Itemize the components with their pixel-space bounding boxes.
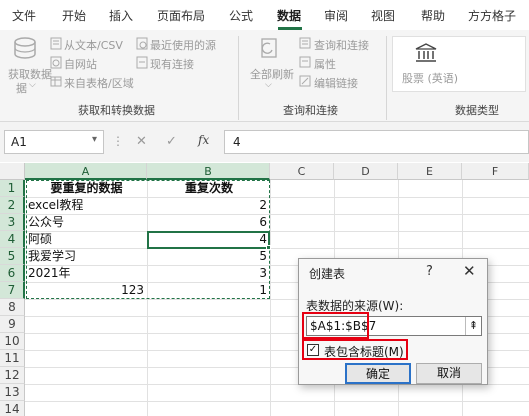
tab-home[interactable]: 开始 — [62, 7, 86, 24]
collapse-dialog-icon[interactable]: ⇞ — [465, 317, 481, 335]
highlight-checkbox-annotation — [302, 339, 408, 360]
tab-page-layout[interactable]: 页面布局 — [157, 7, 205, 24]
row-header-9[interactable]: 9 — [0, 316, 25, 333]
fill-handle[interactable] — [266, 245, 271, 250]
group-label-queries: 查询和连接 — [283, 104, 338, 117]
get-data-sub-label: 据 — [16, 82, 27, 95]
web-page-icon — [50, 56, 62, 69]
database-icon — [14, 37, 36, 59]
chevron-down-icon: ⌵ — [29, 80, 36, 90]
refresh-all-button[interactable]: 全部刷新 — [250, 66, 294, 82]
group-label-data-types: 数据类型 — [455, 104, 499, 117]
ok-button[interactable]: 确定 — [345, 363, 411, 384]
dialog-title: 创建表 — [309, 267, 346, 281]
existing-connections-icon — [136, 56, 148, 69]
row-header-7[interactable]: 7 — [0, 282, 25, 299]
bank-building-icon — [415, 43, 437, 62]
queries-connections-button[interactable]: 查询和连接 — [314, 37, 369, 53]
close-icon[interactable]: ✕ — [463, 262, 476, 280]
from-text-csv-button[interactable]: 从文本/CSV — [64, 37, 123, 53]
column-header-b[interactable]: B — [147, 163, 270, 180]
row-header-13[interactable]: 13 — [0, 384, 25, 401]
tab-file[interactable]: 文件 — [12, 7, 36, 24]
column-header-c[interactable]: C — [270, 163, 334, 180]
text-file-icon — [50, 37, 62, 50]
row-header-8[interactable]: 8 — [0, 299, 25, 316]
row-header-4[interactable]: 4 — [0, 231, 25, 248]
ribbon-separator — [238, 36, 239, 120]
row-header-14[interactable]: 14 — [0, 401, 25, 416]
row-header-6[interactable]: 6 — [0, 265, 25, 282]
gridline — [270, 180, 271, 416]
row-header-11[interactable]: 11 — [0, 350, 25, 367]
tab-insert[interactable]: 插入 — [109, 7, 133, 24]
column-header-f[interactable]: F — [462, 163, 529, 180]
ribbon-panel: 获取数据 据 ⌵ 从文本/CSV 自网站 来自表格/区域 最近使用的源 现有连接… — [0, 30, 529, 122]
more-options-icon[interactable]: ⋮ — [112, 134, 124, 148]
row-header-5[interactable]: 5 — [0, 248, 25, 265]
ribbon-tab-bar: 文件 开始 插入 页面布局 公式 数据 审阅 视图 帮助 方方格子 — [0, 0, 529, 30]
tab-fangfang[interactable]: 方方格子 — [468, 7, 516, 24]
column-header-a[interactable]: A — [25, 163, 147, 180]
column-header-e[interactable]: E — [398, 163, 462, 180]
row-header-10[interactable]: 10 — [0, 333, 25, 350]
row-header-3[interactable]: 3 — [0, 214, 25, 231]
chevron-down-icon[interactable]: ▾ — [92, 134, 97, 145]
column-header-d[interactable]: D — [334, 163, 398, 180]
properties-button[interactable]: 属性 — [314, 56, 336, 72]
properties-icon — [299, 56, 311, 68]
cancel-icon[interactable]: ✕ — [136, 134, 147, 149]
row-header-1[interactable]: 1 — [0, 180, 25, 197]
gridline — [25, 401, 529, 402]
row-header-12[interactable]: 12 — [0, 367, 25, 384]
active-cell-border — [147, 231, 270, 249]
row-header-2[interactable]: 2 — [0, 197, 25, 214]
highlight-range-annotation — [302, 312, 369, 339]
queries-icon — [299, 37, 311, 49]
create-table-dialog: 创建表 ? ✕ 表数据的来源(W): $A$1:$B$7 ⇞ ✓ 表包含标题(M… — [298, 258, 488, 385]
formula-bar: A1 ▾ ⋮ ✕ ✓ fx 4 — [0, 122, 529, 162]
edit-links-button[interactable]: 编辑链接 — [314, 75, 358, 91]
refresh-icon — [261, 38, 277, 58]
from-table-button[interactable]: 来自表格/区域 — [64, 75, 134, 91]
existing-connections-button[interactable]: 现有连接 — [150, 56, 194, 72]
enter-icon[interactable]: ✓ — [166, 134, 177, 149]
tab-data[interactable]: 数据 — [277, 7, 301, 24]
edit-links-icon — [299, 75, 311, 87]
formula-input[interactable]: 4 — [224, 130, 529, 154]
table-range-icon — [50, 76, 62, 87]
recent-sources-icon — [136, 37, 148, 50]
cancel-button[interactable]: 取消 — [416, 363, 482, 384]
select-all-corner[interactable] — [0, 163, 25, 180]
group-label-get-transform: 获取和转换数据 — [78, 104, 155, 117]
tab-formulas[interactable]: 公式 — [229, 7, 253, 24]
stocks-button[interactable]: 股票 (英语) — [402, 70, 458, 86]
name-box[interactable]: A1 ▾ — [4, 130, 104, 154]
ribbon-separator — [386, 36, 387, 120]
recent-sources-button[interactable]: 最近使用的源 — [150, 37, 216, 53]
from-web-button[interactable]: 自网站 — [64, 56, 97, 72]
tab-help[interactable]: 帮助 — [421, 7, 445, 24]
insert-function-icon[interactable]: fx — [198, 133, 209, 147]
name-box-value: A1 — [11, 135, 27, 149]
tab-review[interactable]: 审阅 — [324, 7, 348, 24]
tab-view[interactable]: 视图 — [371, 7, 395, 24]
help-icon[interactable]: ? — [426, 264, 433, 279]
chevron-down-icon: ⌵ — [265, 80, 272, 90]
